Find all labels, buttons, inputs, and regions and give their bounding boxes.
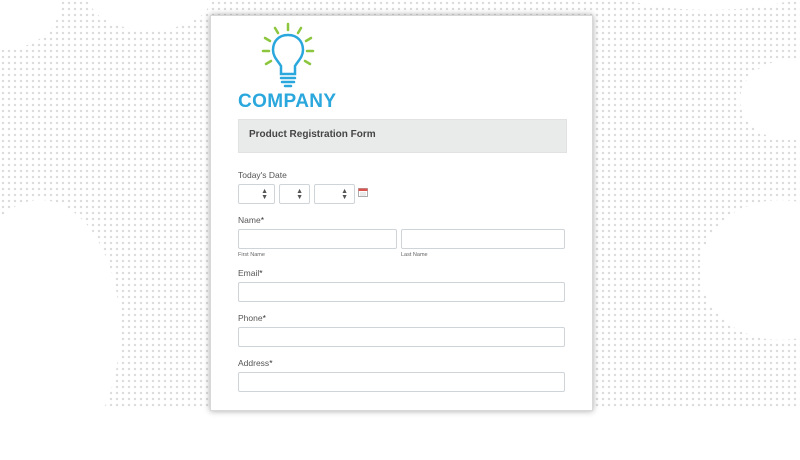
phone-label: Phone* — [238, 313, 266, 323]
day-select[interactable]: ▲ ▼ — [279, 184, 310, 204]
form-title-bar: Product Registration Form — [238, 119, 567, 153]
name-label: Name* — [238, 215, 264, 225]
month-select[interactable]: ▲ ▼ — [238, 184, 275, 204]
registration-form-card: COMPANY Product Registration Form Today'… — [210, 15, 593, 411]
calendar-icon[interactable] — [358, 188, 368, 197]
date-label: Today's Date — [238, 170, 287, 180]
email-field[interactable] — [238, 282, 565, 302]
address-label: Address* — [238, 358, 273, 368]
address-field[interactable] — [238, 372, 565, 392]
last-name-input[interactable] — [401, 229, 565, 249]
year-select[interactable]: ▲ ▼ — [314, 184, 355, 204]
company-name: COMPANY — [238, 91, 337, 112]
phone-field[interactable] — [238, 327, 565, 347]
chevron-updown-icon: ▲ ▼ — [341, 188, 348, 201]
chevron-updown-icon: ▲ ▼ — [296, 188, 303, 201]
form-title: Product Registration Form — [249, 129, 376, 140]
first-name-input[interactable] — [238, 229, 397, 249]
email-label: Email* — [238, 268, 263, 278]
lightbulb-icon — [261, 22, 315, 88]
first-name-sublabel: First Name — [238, 252, 265, 258]
last-name-sublabel: Last Name — [401, 252, 428, 258]
chevron-updown-icon: ▲ ▼ — [261, 188, 268, 201]
